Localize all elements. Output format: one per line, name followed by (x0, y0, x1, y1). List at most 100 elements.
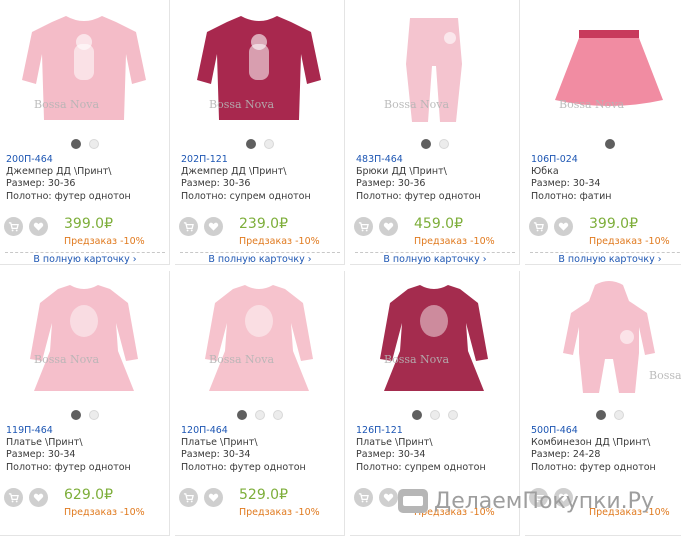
product-image[interactable]: Bossa Nova (354, 275, 514, 403)
carousel-dot[interactable] (439, 139, 449, 149)
product-name: Комбинезон ДД \Принт\ (531, 437, 651, 449)
heart-icon[interactable] (379, 217, 398, 236)
product-info: 119П-464 Платье \Принт\ Размер: 30-34 По… (6, 425, 166, 474)
product-price: 399.0₽ (589, 216, 638, 232)
cart-icon[interactable] (179, 217, 198, 236)
product-image[interactable]: Bossa Nova (4, 275, 164, 403)
preorder-discount: Предзаказ -10% (64, 236, 145, 247)
carousel-dot[interactable] (614, 410, 624, 420)
product-card[interactable]: Bossa Nova 200П-464 Джемпер ДД \Принт\ Р… (0, 0, 170, 265)
product-sku[interactable]: 106П-024 (531, 154, 681, 166)
cart-glyph (358, 222, 369, 232)
carousel-dot[interactable] (412, 410, 422, 420)
carousel-dot[interactable] (89, 410, 99, 420)
cart-icon[interactable] (4, 217, 23, 236)
carousel-dot[interactable] (89, 139, 99, 149)
product-info: 500П-464 Комбинезон ДД \Принт\ Размер: 2… (531, 425, 681, 474)
product-fabric: Полотно: футер однотон (181, 461, 306, 473)
product-sku[interactable]: 200П-464 (6, 154, 166, 166)
product-image[interactable]: Bossa Nova (4, 4, 164, 132)
cart-icon[interactable] (4, 488, 23, 507)
product-info: 120П-464 Платье \Принт\ Размер: 30-34 По… (181, 425, 341, 474)
heart-icon[interactable] (29, 217, 48, 236)
full-card-link[interactable]: В полную карточку › (355, 252, 515, 264)
cart-icon[interactable] (179, 488, 198, 507)
product-card[interactable]: Bossa Nova 106П-024 Юбка Размер: 30-34 П… (525, 0, 681, 265)
brand-logo-watermark: Bossa Nova (649, 369, 681, 382)
preorder-discount: Предзаказ -10% (239, 236, 320, 247)
heart-icon[interactable] (29, 488, 48, 507)
product-name: Юбка (531, 166, 559, 178)
product-image[interactable]: Bossa Nova (179, 275, 339, 403)
brand-logo-watermark: Bossa Nova (34, 353, 100, 366)
carousel-dot[interactable] (596, 410, 606, 420)
product-card[interactable]: Bossa Nova 120П-464 Платье \Принт\ Разме… (175, 271, 345, 536)
carousel-dot[interactable] (71, 139, 81, 149)
heart-icon[interactable] (204, 488, 223, 507)
product-sku[interactable]: 483П-464 (356, 154, 516, 166)
product-fabric: Полотно: футер однотон (6, 461, 131, 473)
carousel-dot[interactable] (430, 410, 440, 420)
cart-icon[interactable] (529, 217, 548, 236)
site-watermark: ДелаемПокупки.Ру (398, 484, 654, 518)
product-size: Размер: 30-34 (181, 449, 251, 461)
carousel-dot[interactable] (246, 139, 256, 149)
cart-glyph (8, 493, 19, 503)
product-info: 106П-024 Юбка Размер: 30-34 Полотно: фат… (531, 154, 681, 203)
product-image[interactable]: Bossa Nova (179, 4, 339, 132)
heart-glyph (33, 493, 44, 502)
heart-glyph (558, 222, 569, 231)
full-card-link[interactable]: В полную карточку › (5, 252, 165, 264)
brand-logo-watermark: Bossa Nova (209, 353, 275, 366)
product-name: Платье \Принт\ (6, 437, 83, 449)
product-price: 399.0₽ (64, 216, 113, 232)
brand-logo-watermark: Bossa Nova (559, 98, 625, 111)
preorder-discount: Предзаказ -10% (589, 236, 670, 247)
image-carousel-dots (525, 410, 681, 420)
brand-logo-watermark: Bossa Nova (209, 98, 275, 111)
carousel-dot[interactable] (421, 139, 431, 149)
cart-glyph (358, 493, 369, 503)
carousel-dot[interactable] (448, 410, 458, 420)
heart-icon[interactable] (554, 217, 573, 236)
brand-logo-watermark: Bossa Nova (34, 98, 100, 111)
carousel-dot[interactable] (255, 410, 265, 420)
product-image[interactable]: Bossa Nova (529, 275, 681, 403)
product-sku[interactable]: 120П-464 (181, 425, 341, 437)
product-sku[interactable]: 119П-464 (6, 425, 166, 437)
product-card[interactable]: Bossa Nova 119П-464 Платье \Принт\ Разме… (0, 271, 170, 536)
watermark-logo-icon (398, 489, 428, 513)
product-sku[interactable]: 126П-121 (356, 425, 516, 437)
heart-icon[interactable] (379, 488, 398, 507)
image-carousel-dots (0, 139, 169, 149)
product-image[interactable]: Bossa Nova (529, 4, 681, 132)
carousel-dot[interactable] (605, 139, 615, 149)
image-carousel-dots (350, 139, 519, 149)
heart-glyph (208, 493, 219, 502)
cart-icon[interactable] (354, 488, 373, 507)
product-sku[interactable]: 202П-121 (181, 154, 341, 166)
full-card-link[interactable]: В полную карточку › (530, 252, 681, 264)
brand-logo-watermark: Bossa Nova (384, 98, 450, 111)
product-fabric: Полотно: супрем однотон (356, 461, 486, 473)
carousel-dot[interactable] (264, 139, 274, 149)
product-fabric: Полотно: фатин (531, 190, 612, 202)
product-card[interactable]: Bossa Nova 202П-121 Джемпер ДД \Принт\ Р… (175, 0, 345, 265)
product-size: Размер: 24-28 (531, 449, 601, 461)
product-image[interactable]: Bossa Nova (354, 4, 514, 132)
product-card[interactable]: Bossa Nova 483П-464 Брюки ДД \Принт\ Раз… (350, 0, 520, 265)
product-fabric: Полотно: футер однотон (531, 461, 656, 473)
preorder-discount: Предзаказ -10% (64, 507, 145, 518)
image-carousel-dots (525, 139, 681, 149)
carousel-dot[interactable] (273, 410, 283, 420)
cart-icon[interactable] (354, 217, 373, 236)
product-sku[interactable]: 500П-464 (531, 425, 681, 437)
full-card-link[interactable]: В полную карточку › (180, 252, 340, 264)
product-name: Джемпер ДД \Принт\ (6, 166, 112, 178)
heart-icon[interactable] (204, 217, 223, 236)
watermark-text: ДелаемПокупки.Ру (434, 488, 654, 514)
heart-glyph (383, 222, 394, 231)
product-size: Размер: 30-36 (356, 178, 426, 190)
carousel-dot[interactable] (237, 410, 247, 420)
carousel-dot[interactable] (71, 410, 81, 420)
